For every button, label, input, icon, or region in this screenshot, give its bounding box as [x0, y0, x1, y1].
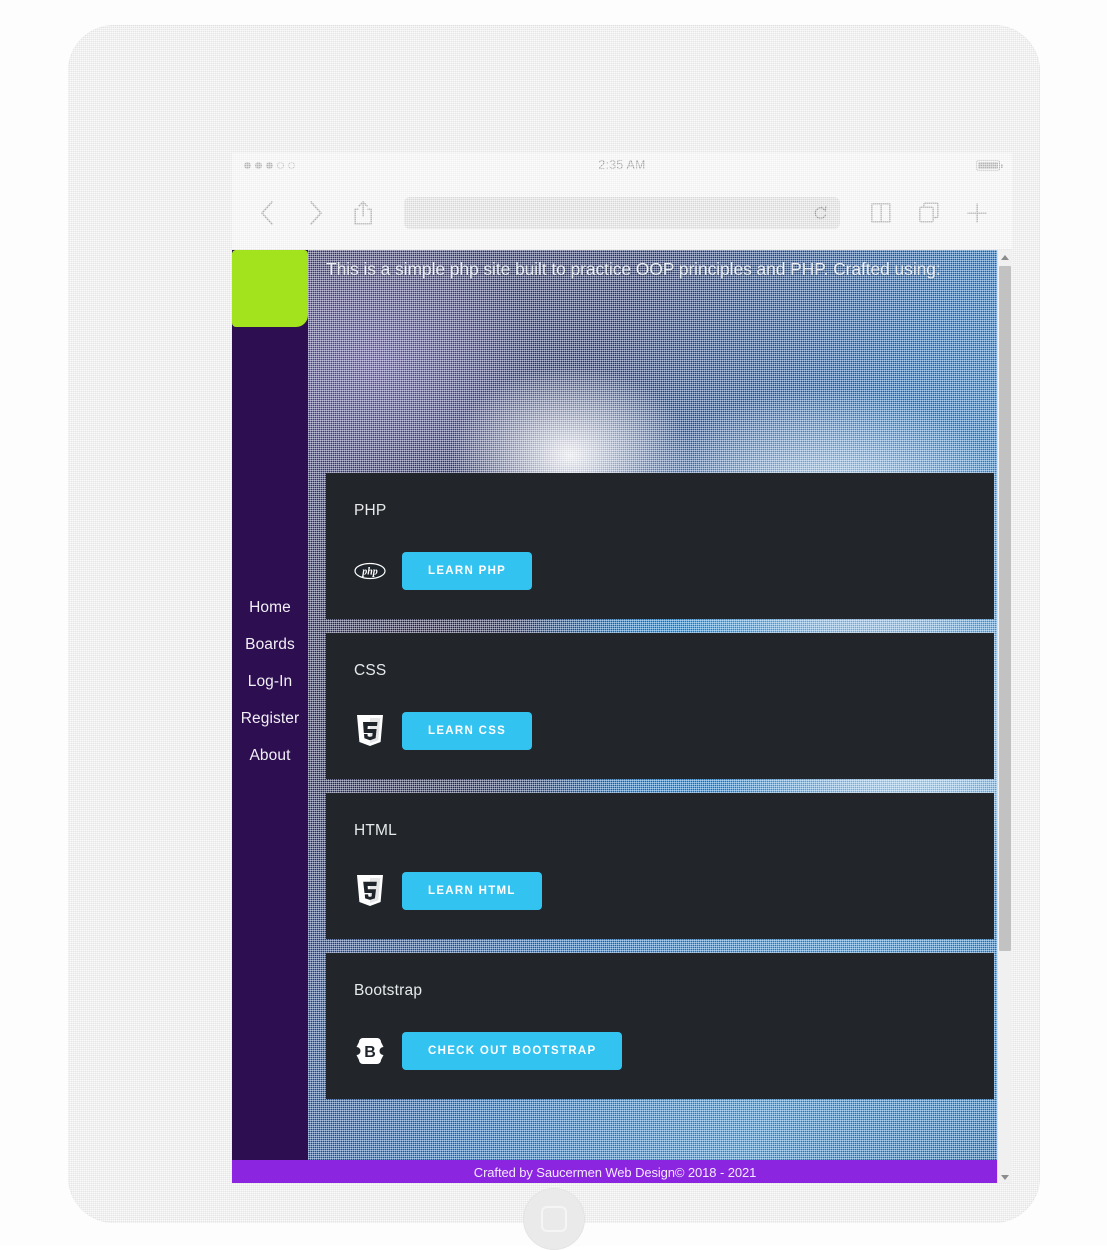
site-logo-block[interactable]	[232, 250, 308, 327]
book-icon[interactable]	[864, 196, 898, 230]
tech-card-list: PHP php LEARN PHP CSS LEARN CSS HTML LEA…	[308, 473, 1012, 1113]
card-title: CSS	[354, 662, 387, 679]
home-button[interactable]	[523, 1188, 585, 1250]
reload-icon[interactable]	[813, 205, 828, 221]
webpage-viewport: Home Boards Log-In Register About This i…	[232, 250, 1012, 1183]
card-action-row: LEARN HTML	[354, 872, 966, 910]
tech-card: Bootstrap B CHECK OUT BOOTSTRAP	[326, 953, 994, 1099]
chevron-left-icon[interactable]	[250, 196, 284, 230]
scroll-down-arrow-icon[interactable]	[998, 1170, 1012, 1183]
share-up-arrow-icon[interactable]	[346, 196, 380, 230]
card-title: HTML	[354, 822, 397, 839]
learn-css-button[interactable]: LEARN CSS	[402, 712, 533, 750]
page-backdrop: 2:35 AM Home Boards Log-In Register Abou…	[0, 0, 1107, 1250]
site-sidebar: Home Boards Log-In Register About	[232, 250, 308, 1183]
card-action-row: B CHECK OUT BOOTSTRAP	[354, 1032, 966, 1070]
php-logo-icon: php	[354, 555, 386, 587]
plus-icon[interactable]	[960, 196, 994, 230]
learn-html-button[interactable]: LEARN HTML	[402, 872, 542, 910]
tech-card: HTML LEARN HTML	[326, 793, 994, 939]
sidebar-item-register[interactable]: Register	[232, 700, 308, 737]
tech-card: CSS LEARN CSS	[326, 633, 994, 779]
learn-php-button[interactable]: LEARN PHP	[402, 552, 533, 590]
home-button-square	[541, 1206, 567, 1232]
chevron-right-icon[interactable]	[298, 196, 332, 230]
site-footer: Crafted by Saucermen Web Design© 2018 - …	[232, 1160, 998, 1183]
sidebar-item-about[interactable]: About	[232, 737, 308, 774]
main-content: This is a simple php site built to pract…	[308, 250, 1012, 1183]
sidebar-item-home[interactable]: Home	[232, 589, 308, 626]
svg-text:php: php	[361, 567, 378, 578]
tabs-icon[interactable]	[912, 196, 946, 230]
browser-screen: 2:35 AM Home Boards Log-In Register Abou…	[232, 153, 1012, 1183]
hero-tagline: This is a simple php site built to pract…	[326, 259, 941, 279]
scroll-up-arrow-icon[interactable]	[998, 250, 1012, 264]
sidebar-item-boards[interactable]: Boards	[232, 626, 308, 663]
svg-text:B: B	[364, 1044, 376, 1061]
scrollbar-track[interactable]	[998, 264, 1012, 1170]
bootstrap-b-icon: B	[354, 1035, 386, 1067]
sidebar-item-log-in[interactable]: Log-In	[232, 663, 308, 700]
scrollbar-thumb[interactable]	[999, 266, 1011, 951]
css3-shield-icon	[354, 715, 386, 747]
check-out-bootstrap-button[interactable]: CHECK OUT BOOTSTRAP	[402, 1032, 623, 1070]
battery-fill	[978, 161, 998, 169]
tech-card: PHP php LEARN PHP	[326, 473, 994, 619]
browser-toolbar	[232, 177, 1012, 250]
address-bar[interactable]	[404, 197, 840, 229]
card-title: Bootstrap	[354, 982, 423, 999]
tablet-device-frame: 2:35 AM Home Boards Log-In Register Abou…	[68, 25, 1040, 1250]
card-action-row: LEARN CSS	[354, 712, 966, 750]
status-bar: 2:35 AM	[232, 153, 1012, 177]
card-action-row: php LEARN PHP	[354, 552, 966, 590]
sidebar-nav: Home Boards Log-In Register About	[232, 589, 308, 922]
card-title: PHP	[354, 502, 387, 519]
page-scrollbar[interactable]	[997, 250, 1012, 1183]
status-bar-time: 2:35 AM	[598, 158, 646, 172]
battery-full-icon	[976, 159, 1003, 171]
html5-shield-icon	[354, 875, 386, 907]
